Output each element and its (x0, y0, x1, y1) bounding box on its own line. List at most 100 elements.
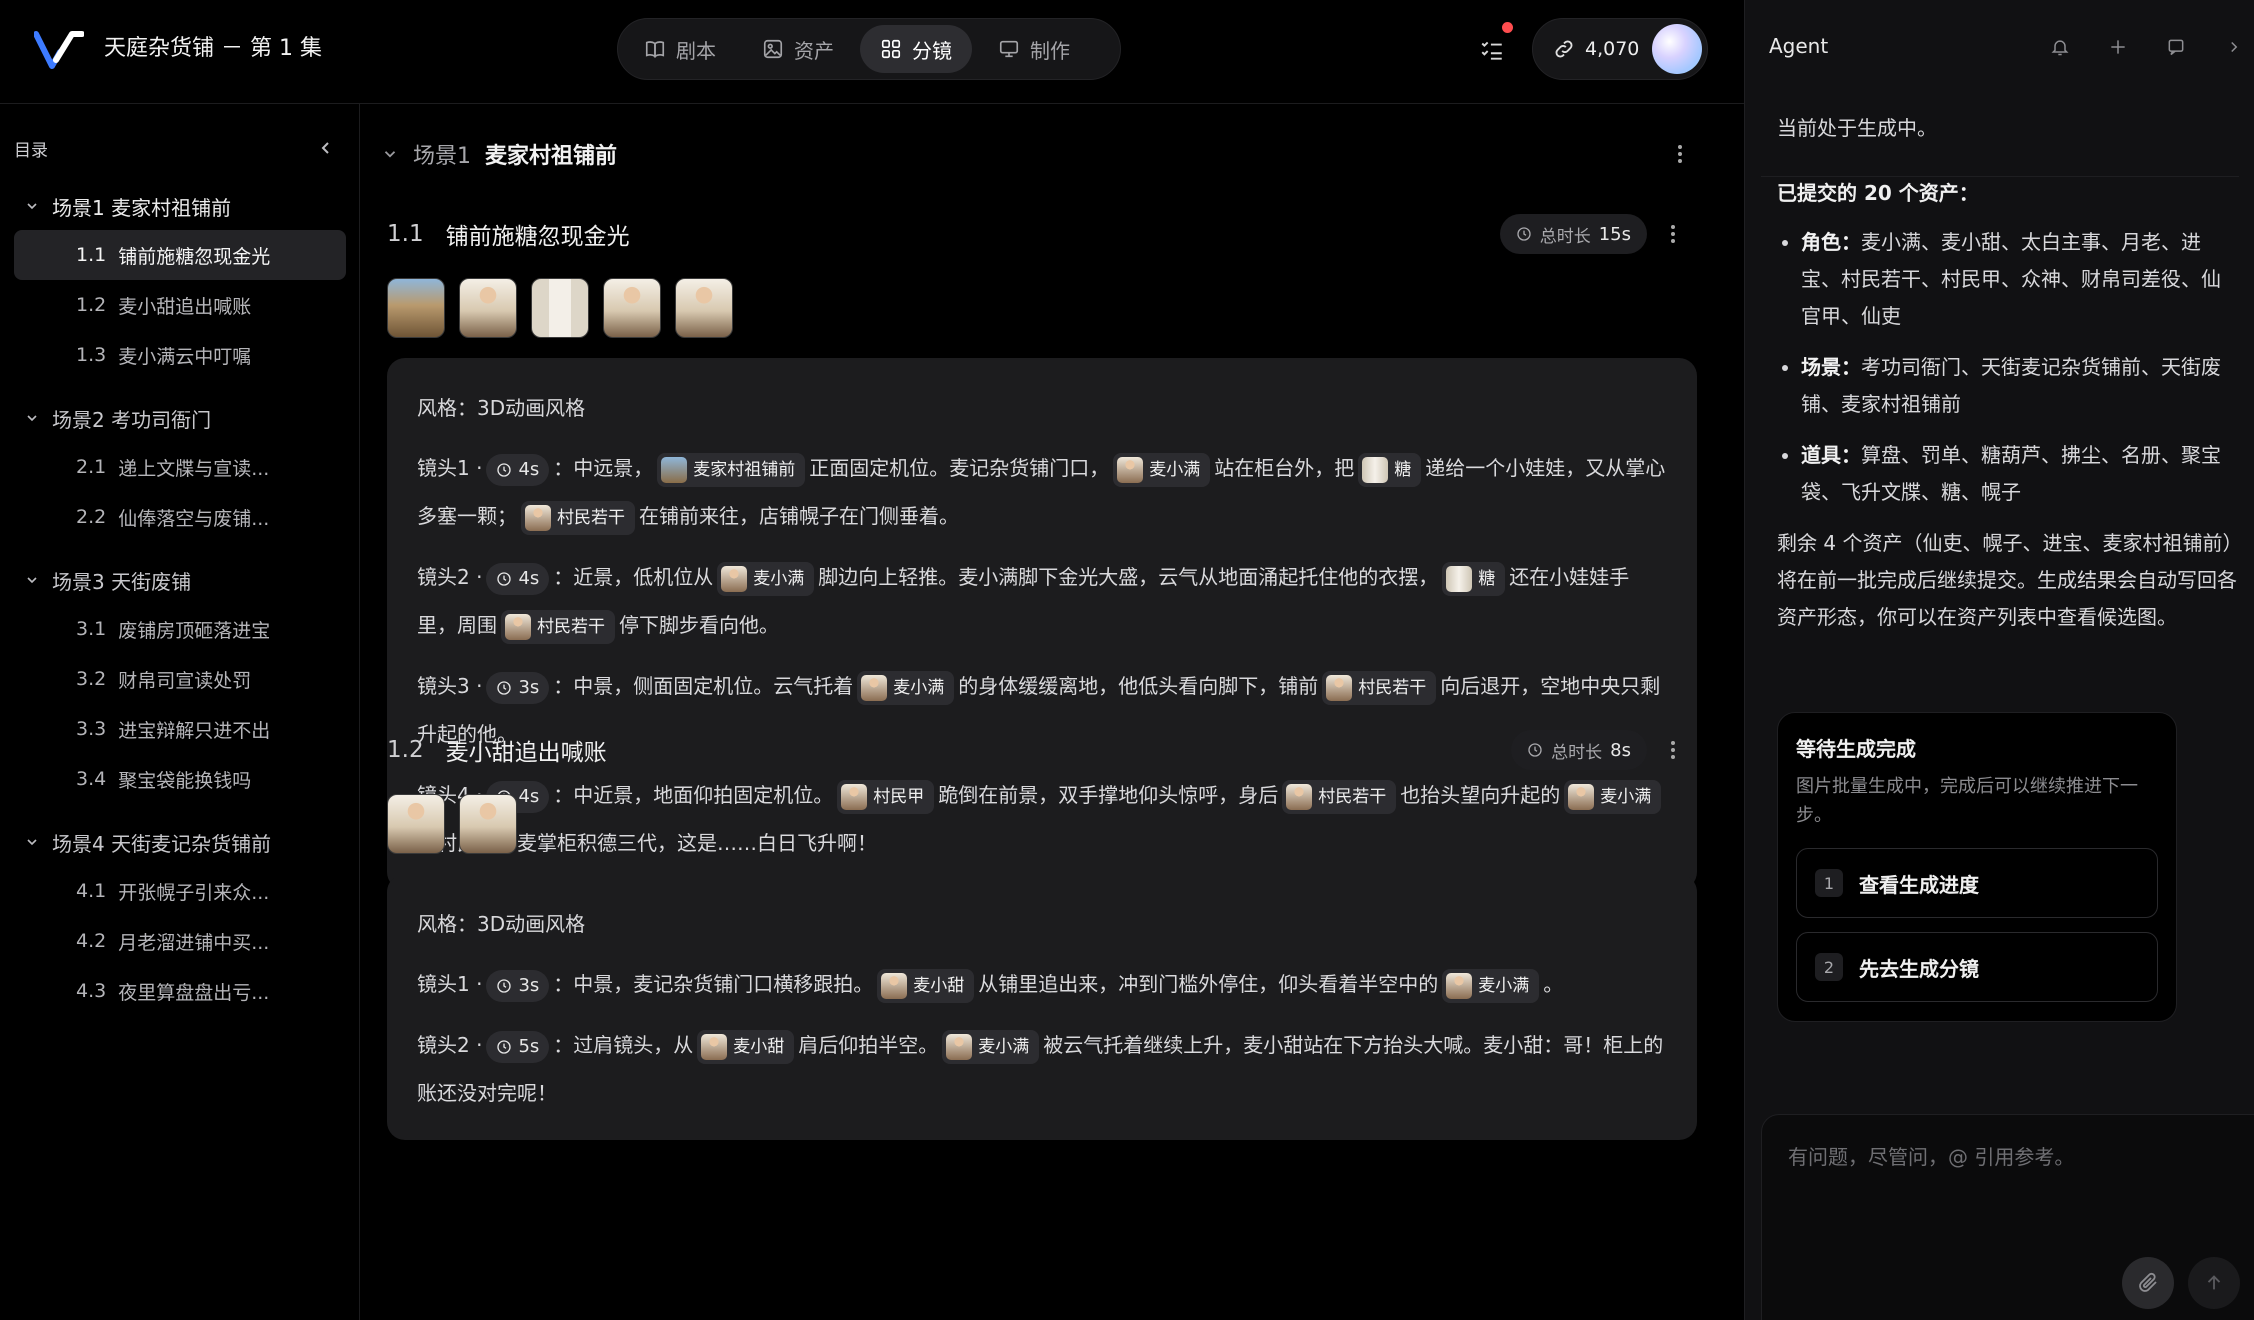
sidebar-scene-4[interactable]: 场景4 天街麦记杂货铺前 (0, 818, 360, 866)
asset-tag-thumb (861, 674, 888, 701)
tab-label: 剧本 (676, 38, 716, 63)
asset-tag[interactable]: 麦小满 (942, 1029, 1040, 1064)
asset-tag[interactable]: 糖 (1358, 452, 1422, 487)
sidebar-scene-3[interactable]: 场景3 天街废铺 (0, 556, 360, 604)
sidebar-shot-4-3[interactable]: 4.3 夜里算盘盘出亏... (14, 966, 346, 1016)
asset-tag[interactable]: 村民若干 (501, 609, 615, 644)
sidebar-shot-3-4[interactable]: 3.4 聚宝袋能换钱吗 (14, 754, 346, 804)
duration-value: 3s (518, 974, 540, 996)
asset-tag[interactable]: 麦小满 (1442, 968, 1540, 1003)
asset-thumbnail[interactable] (675, 278, 733, 338)
asset-tag-thumb (881, 972, 908, 999)
plus-icon[interactable] (2105, 34, 2131, 60)
shot-prefix: 镜头2 · (417, 1033, 483, 1057)
shot-num: 1.1 (387, 221, 424, 247)
asset-tag[interactable]: 麦小甜 (877, 968, 975, 1003)
sidebar-shot-3-2[interactable]: 3.2 财帛司宣读处罚 (14, 654, 346, 704)
shot-num: 2.2 (76, 506, 107, 528)
sidebar-scene-1[interactable]: 场景1 麦家村祖铺前 (0, 182, 360, 230)
asset-tag-thumb (1446, 565, 1473, 592)
chat-history-icon[interactable] (2163, 34, 2189, 60)
chevron-right-icon[interactable] (2221, 34, 2247, 60)
attach-button[interactable] (2122, 1257, 2174, 1309)
chat-input[interactable] (1786, 1137, 2226, 1177)
asset-tag[interactable]: 麦家村祖铺前 (657, 452, 806, 487)
scene-name: 天街废铺 (111, 569, 192, 594)
shot-description-card: 风格：3D动画风格 镜头1 · 3s ：中景，麦记杂货铺门口横移跟拍。 麦小甜 从铺里追出… (387, 874, 1697, 1140)
scene-more-button[interactable] (1666, 140, 1694, 168)
more-vertical-icon (1671, 225, 1675, 243)
scene-header: 场景1 麦家村祖铺前 (381, 134, 617, 174)
total-duration-badge: 总时长 8s (1511, 730, 1647, 770)
shot-title: 进宝辩解只进不出 (118, 719, 271, 742)
shot-title: 1.2 麦小甜追出喊账 (387, 730, 1697, 770)
asset-thumbnail[interactable] (531, 278, 589, 338)
app-logo-icon[interactable] (34, 30, 84, 70)
shot-prefix: 镜头2 · (417, 565, 483, 589)
sidebar-shot-3-1[interactable]: 3.1 废铺房顶砸落进宝 (14, 604, 346, 654)
list-item: 道具：算盘、罚单、糖葫芦、拂尘、名册、聚宝袋、飞升文牒、糖、幌子 (1801, 437, 2237, 511)
duration-chip[interactable]: 5s (486, 1030, 550, 1063)
asset-tag[interactable]: 麦小满 (1113, 452, 1211, 487)
bell-icon[interactable] (2047, 34, 2073, 60)
tab-label: 资产 (794, 38, 834, 63)
tab-production[interactable]: 制作 (978, 25, 1090, 73)
tab-storyboard[interactable]: 分镜 (860, 25, 972, 73)
asset-thumbnail[interactable] (459, 794, 517, 854)
total-label: 总时长 (1539, 226, 1591, 247)
sidebar-shot-2-2[interactable]: 2.2 仙俸落空与废铺... (14, 492, 346, 542)
shot-more-button[interactable] (1659, 736, 1687, 764)
duration-chip[interactable]: 4s (486, 453, 550, 486)
duration-value: 4s (518, 567, 540, 589)
sidebar-scene-2[interactable]: 场景2 考功司衙门 (0, 394, 360, 442)
shot-title: 铺前施糖忽现金光 (118, 245, 271, 268)
sidebar-shot-2-1[interactable]: 2.1 递上文牒与宣读... (14, 442, 346, 492)
send-button[interactable] (2188, 1257, 2240, 1309)
sidebar-shot-4-2[interactable]: 4.2 月老溜进铺中买... (14, 916, 346, 966)
duration-chip[interactable]: 3s (486, 969, 550, 1002)
tab-assets[interactable]: 资产 (742, 25, 854, 73)
sidebar-shot-3-3[interactable]: 3.3 进宝辩解只进不出 (14, 704, 346, 754)
remaining-text: 剩余 4 个资产（仙吏、幌子、进宝、麦家村祖铺前）将在前一批完成后继续提交。生成… (1777, 531, 2237, 629)
asset-category: 道具： (1801, 443, 1861, 467)
asset-thumbnail[interactable] (387, 794, 445, 854)
sidebar: 目录 场景1 麦家村祖铺前 1.1 铺前施糖忽现金光 1.2 麦小甜追出喊账 1.3… (0, 104, 360, 1320)
asset-tag[interactable]: 村民若干 (1322, 670, 1437, 705)
sidebar-shot-4-1[interactable]: 4.1 开张幌子引来众... (14, 866, 346, 916)
chevron-down-icon[interactable] (381, 145, 399, 163)
avatar[interactable] (1652, 24, 1702, 74)
shot-num: 4.2 (76, 930, 107, 952)
asset-tag[interactable]: 麦小满 (857, 670, 955, 705)
duration-value: 5s (518, 1035, 540, 1057)
asset-tag-label: 麦小满 (978, 1036, 1030, 1057)
duration-chip[interactable]: 4s (486, 562, 550, 595)
view-progress-button[interactable]: 1 查看生成进度 (1796, 848, 2158, 918)
list-item: 场景：考功司衙门、天街麦记杂货铺前、天街废铺、麦家村祖铺前 (1801, 349, 2237, 423)
asset-thumbnail[interactable] (387, 278, 445, 338)
agent-panel: Agent 当前处于生成中。 已提交的 20 个资产： 角色：麦小满、麦小甜、太… (1744, 0, 2254, 1320)
task-list-icon (1481, 41, 1502, 60)
sidebar-shot-1-2[interactable]: 1.2 麦小甜追出喊账 (14, 280, 346, 330)
task-list-button[interactable] (1472, 30, 1512, 70)
agent-header: Agent (1745, 0, 2254, 100)
style-line: 风格：3D动画风格 (417, 396, 586, 420)
tab-script[interactable]: 剧本 (624, 25, 736, 73)
asset-tag[interactable]: 糖 (1442, 561, 1506, 596)
chevron-left-icon[interactable] (314, 136, 338, 160)
generate-storyboard-button[interactable]: 2 先去生成分镜 (1796, 932, 2158, 1002)
tab-label: 分镜 (912, 38, 952, 63)
asset-tag[interactable]: 麦小满 (717, 561, 815, 596)
sidebar-shot-1-1[interactable]: 1.1 铺前施糖忽现金光 (14, 230, 346, 280)
shot-title: 月老溜进铺中买... (118, 931, 270, 954)
asset-tag[interactable]: 村民若干 (521, 500, 635, 535)
clock-icon (497, 462, 512, 477)
more-vertical-icon (1671, 741, 1675, 759)
sidebar-shot-1-3[interactable]: 1.3 麦小满云中叮嘱 (14, 330, 346, 380)
asset-thumbnail[interactable] (603, 278, 661, 338)
asset-tag[interactable]: 麦小甜 (697, 1029, 795, 1064)
asset-thumbnail[interactable] (459, 278, 517, 338)
shot-more-button[interactable] (1659, 220, 1687, 248)
duration-chip[interactable]: 3s (486, 671, 550, 704)
shot-prefix: 镜头1 · (417, 456, 483, 480)
option-label: 先去生成分镜 (1859, 956, 1979, 981)
